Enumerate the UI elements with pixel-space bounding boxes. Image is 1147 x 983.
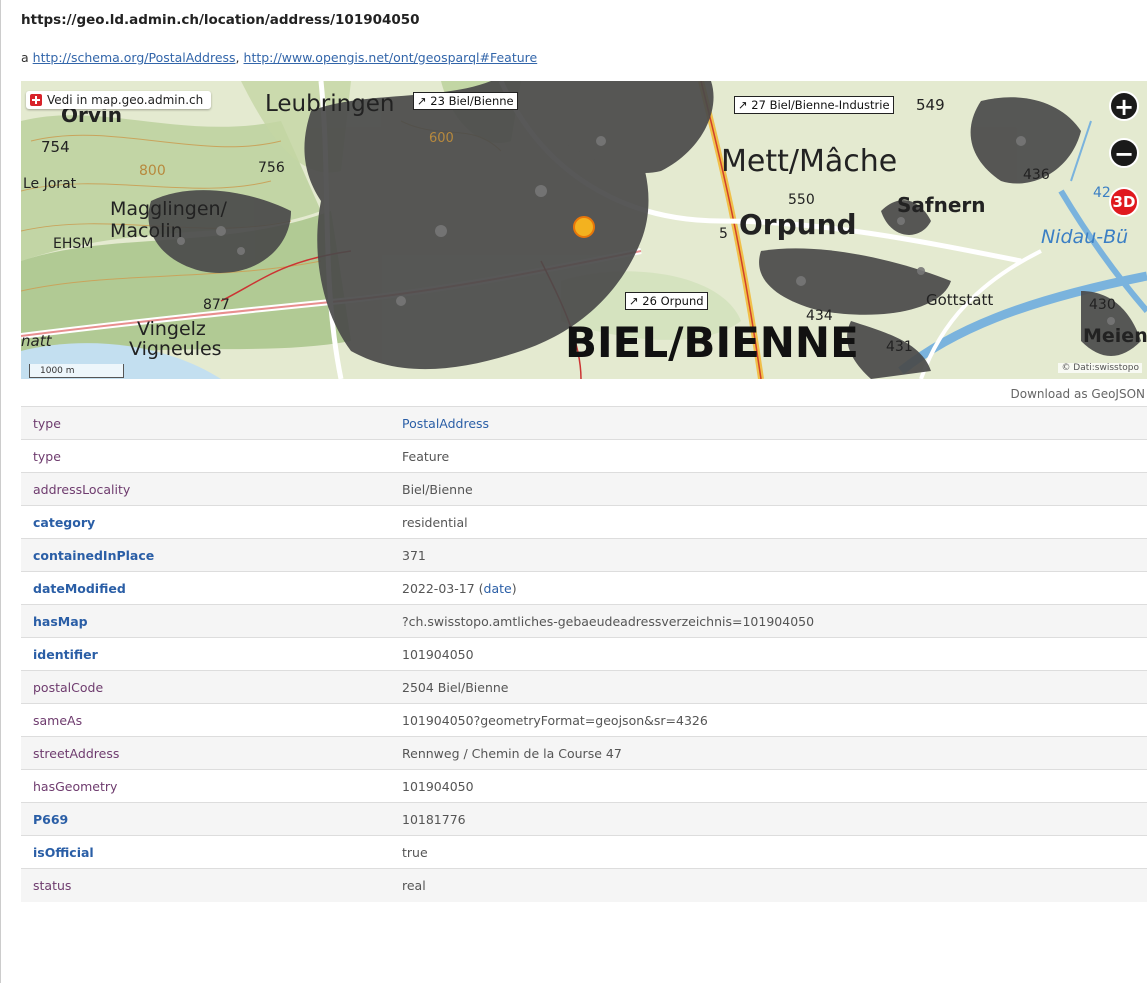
property-value: ?ch.swisstopo.amtliches-gebaeudeadressve… [402,613,815,629]
property-key[interactable]: addressLocality [21,473,390,506]
label-ehsm: EHSM [53,236,94,252]
table-row: postalCode 2504 Biel/Bienne [21,670,1147,704]
label-h800: 800 [139,163,166,179]
property-key[interactable]: postalCode [21,671,390,704]
view-in-geo-admin-link[interactable]: Vedi in map.geo.admin.ch [26,91,212,109]
label-orpund: Orpund [739,208,857,241]
property-key[interactable]: hasGeometry [21,770,390,803]
table-row: P669 10181776 [21,802,1147,836]
properties-table: type PostalAddress type Feature addressLocal… [21,406,1147,902]
table-row: containedInPlace 371 [21,538,1147,572]
table-row: type Feature [21,439,1147,473]
type-separator: , [235,50,240,65]
table-row: status real [21,868,1147,902]
table-row: addressLocality Biel/Bienne [21,472,1147,506]
property-value: PostalAddress [402,415,490,431]
property-value: 2022-03-17 (date) [390,572,1147,605]
scale-bar: 1000 m [29,364,124,378]
datatype-open: ( [474,580,484,596]
label-h5: 5 [719,226,728,242]
view-in-geo-admin-label: Vedi in map.geo.admin.ch [47,93,204,107]
type-link-geosparql-feature[interactable]: http://www.opengis.net/ont/geosparql#Fea… [244,50,538,65]
label-safnern: Safnern [897,193,986,217]
label-biel: BIEL/BIENNE [565,318,859,367]
label-gottstatt: Gottstatt [926,291,994,309]
property-value: real [402,877,426,893]
label-h436: 436 [1023,167,1050,183]
map-view[interactable]: Leubringen Orvin Le Jorat Magglingen/ Ma… [21,81,1147,379]
table-row: isOfficial true [21,835,1147,869]
road-label-23: ↗ 23 Biel/Bienne [413,92,518,110]
road-label-27: ↗ 27 Biel/Bienne-Industrie [734,96,894,114]
datatype-link[interactable]: date [484,581,512,596]
property-value: 101904050 [402,778,474,794]
property-value-text: 2022-03-17 [402,580,475,596]
property-key[interactable]: identifier [21,638,390,671]
label-h550: 550 [788,192,815,208]
type-link-postal-address[interactable]: http://schema.org/PostalAddress [33,50,236,65]
label-leubringen: Leubringen [265,91,395,117]
property-key[interactable]: containedInPlace [21,539,390,572]
download-geojson-link[interactable]: Download as GeoJSON [1011,387,1145,401]
label-macolin: Macolin [110,220,183,242]
label-h430: 430 [1089,297,1116,313]
label-meienried: Meienrie [1083,325,1147,347]
label-h756: 756 [258,160,285,176]
zoom-out-button[interactable]: − [1109,138,1139,168]
label-h434: 434 [806,308,833,324]
left-border-line [0,0,1,983]
table-row: identifier 101904050 [21,637,1147,671]
property-key[interactable]: sameAs [21,704,390,737]
table-row: type PostalAddress [21,406,1147,440]
type-prefix: a [21,50,29,65]
type-line: a http://schema.org/PostalAddress, http:… [21,50,537,65]
table-row: dateModified 2022-03-17 (date) [21,571,1147,605]
3d-button[interactable]: 3D [1109,187,1139,217]
label-h549: 549 [916,96,945,114]
property-key[interactable]: type [21,440,390,473]
table-row: streetAddress Rennweg / Chemin de la Cour… [21,736,1147,770]
label-h754: 754 [41,138,70,156]
label-le-jorat: Le Jorat [23,176,77,192]
label-h431: 431 [886,339,913,355]
label-h600: 600 [429,131,454,146]
datatype-close: ) [511,580,517,596]
property-key[interactable]: hasMap [21,605,390,638]
property-value: Biel/Bienne [402,481,473,497]
label-h877: 877 [203,297,230,313]
map-attribution: © Dati:swisstopo [1058,363,1142,373]
property-value: Rennweg / Chemin de la Course 47 [402,745,622,761]
property-key[interactable]: status [21,869,390,902]
swiss-flag-icon [30,94,42,106]
property-value: 371 [402,547,426,563]
property-key[interactable]: type [21,407,390,440]
label-natt: natt [21,332,52,350]
property-key[interactable]: dateModified [21,572,390,605]
property-value: 2504 Biel/Bienne [402,679,509,695]
label-nidau-buren: Nidau-Bü [1041,226,1129,248]
property-value: residential [402,514,468,530]
property-value: 10181776 [402,811,466,827]
label-mett: Mett/Mâche [721,144,898,179]
property-value: 101904050 [402,646,474,662]
zoom-in-button[interactable]: + [1109,91,1139,121]
property-value: true [402,844,428,860]
table-row: category residential [21,505,1147,539]
property-key[interactable]: isOfficial [21,836,390,869]
label-magglingen: Magglingen/ [110,198,227,220]
road-label-26: ↗ 26 Orpund [625,292,708,310]
page-title: https://geo.ld.admin.ch/location/address… [21,12,420,28]
property-key[interactable]: category [21,506,390,539]
property-value: 101904050?geometryFormat=geojson&sr=4326 [402,712,708,728]
property-value: Feature [402,448,450,464]
table-row: hasGeometry 101904050 [21,769,1147,803]
label-vingelz: Vingelz [137,318,206,340]
property-key[interactable]: P669 [21,803,390,836]
table-row: hasMap ?ch.swisstopo.amtliches-gebaeudead… [21,604,1147,638]
table-row: sameAs 101904050?geometryFormat=geojson&s… [21,703,1147,737]
label-vigneules: Vigneules [129,338,222,360]
label-h42: 42 [1093,185,1111,201]
property-key[interactable]: streetAddress [21,737,390,770]
